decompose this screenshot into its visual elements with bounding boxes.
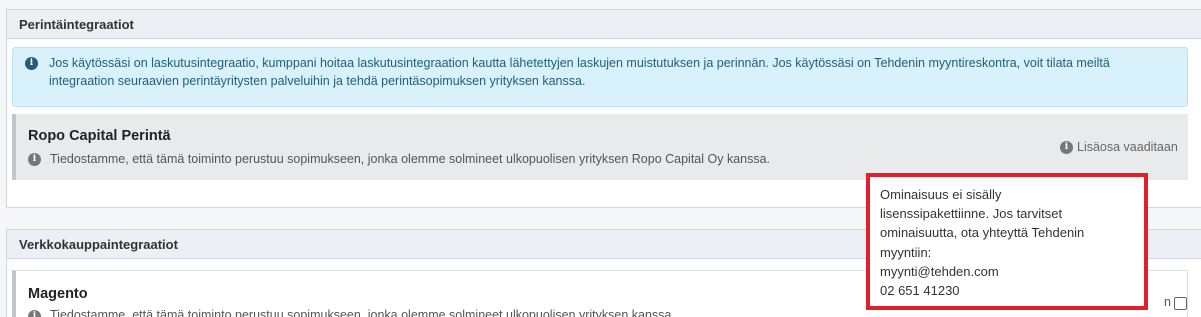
tooltip-line-4: myyntiin:: [880, 244, 932, 260]
info-circle-icon: i: [25, 57, 38, 70]
tooltip-line-2: lisenssipakettiinne. Jos tarvitset: [880, 206, 1063, 222]
integration-title: Magento: [28, 286, 88, 302]
tooltip-email[interactable]: myynti@tehden.com: [880, 262, 1134, 281]
tooltip-line-1: Ominaisuus ei sisälly: [880, 187, 1002, 202]
ropo-capital-integration: Ropo Capital Perintä i Tiedostamme, että…: [12, 114, 1188, 180]
tooltip-line-3: ominaisuutta, ota yhteyttä Tehdenin: [880, 225, 1085, 241]
license-tooltip: Ominaisuus ei sisälly lisenssipakettiinn…: [866, 173, 1148, 310]
info-alert: i Jos käytössäsi on laskutusintegraatio,…: [12, 47, 1188, 107]
toggle-label-fragment: n: [1164, 295, 1171, 309]
info-text-line-2: integraation seuraavien perintäyritysten…: [49, 74, 586, 88]
info-circle-icon: i: [1060, 140, 1073, 154]
tooltip-phone: 02 651 41230: [880, 283, 960, 299]
integration-description: Tiedostamme, että tämä toiminto perustuu…: [50, 308, 675, 317]
addon-required-text: Lisäosa vaaditaan: [1077, 140, 1178, 154]
panel-title: Perintäintegraatiot: [7, 10, 1201, 39]
magento-enable-checkbox[interactable]: [1174, 297, 1187, 310]
addon-required-label[interactable]: i Lisäosa vaaditaan: [1060, 140, 1178, 154]
info-circle-icon: i: [28, 310, 41, 317]
info-text-line-1: Jos käytössäsi on laskutusintegraatio, k…: [49, 56, 1110, 70]
integration-title: Ropo Capital Perintä: [28, 128, 171, 144]
page: Perintäintegraatiot i Jos käytössäsi on …: [0, 0, 1201, 317]
info-circle-icon: i: [28, 153, 41, 166]
integration-description: Tiedostamme, että tämä toiminto perustuu…: [50, 152, 771, 166]
